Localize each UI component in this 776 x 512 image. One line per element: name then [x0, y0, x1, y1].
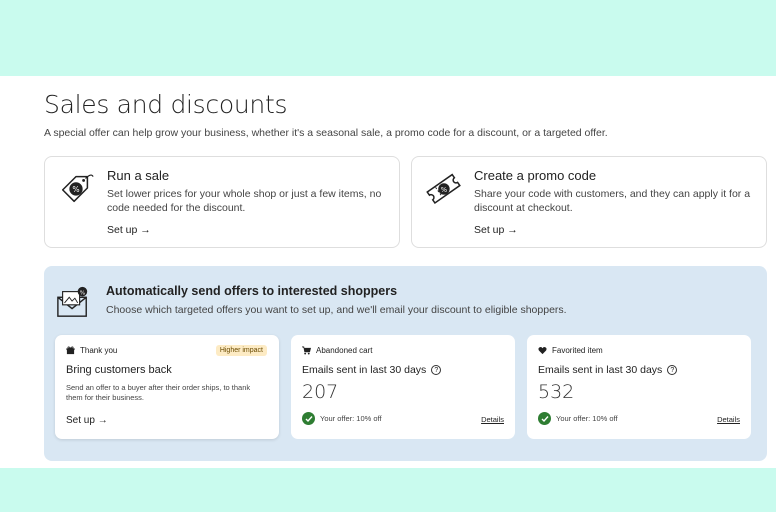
price-tag-icon: % — [61, 174, 94, 203]
favorited-item-details-link[interactable]: Details — [717, 415, 740, 424]
coupon-icon: % — [426, 173, 461, 205]
abandoned-cart-label: Abandoned cart — [316, 346, 373, 355]
offer-text: Your offer: 10% off — [556, 414, 618, 423]
thank-you-offer-card[interactable]: Thank you Higher impact Bring customers … — [55, 335, 279, 439]
page-subtitle: A special offer can help grow your busin… — [44, 127, 608, 139]
emails-sent-label: Emails sent in last 30 days — [538, 364, 663, 376]
help-icon[interactable]: ? — [431, 365, 442, 375]
abandoned-cart-offer: Your offer: 10% off — [302, 412, 382, 425]
run-a-sale-title: Run a sale — [107, 168, 170, 183]
abandoned-cart-emails-label: Emails sent in last 30 days ? — [302, 364, 442, 376]
promo-code-title: Create a promo code — [474, 168, 597, 183]
targeted-offers-desc: Choose which targeted offers you want to… — [106, 304, 567, 316]
emails-sent-label: Emails sent in last 30 days — [302, 364, 427, 376]
check-circle-icon — [538, 412, 551, 425]
abandoned-cart-header: Abandoned cart — [302, 346, 373, 355]
favorited-item-offer-card[interactable]: Favorited item Emails sent in last 30 da… — [527, 335, 751, 439]
run-a-sale-card[interactable]: % Run a sale Set lower prices for your w… — [44, 156, 400, 248]
thank-you-label: Thank you — [80, 346, 118, 355]
svg-text:%: % — [80, 290, 86, 296]
offer-text: Your offer: 10% off — [320, 414, 382, 423]
favorited-item-header: Favorited item — [538, 346, 603, 355]
thank-you-header: Thank you — [66, 346, 117, 355]
targeted-offers-panel: % Automatically send offers to intereste… — [44, 266, 767, 461]
abandoned-cart-count: 207 — [302, 381, 339, 403]
thank-you-desc: Send an offer to a buyer after their ord… — [66, 383, 251, 402]
page-title: Sales and discounts — [44, 90, 288, 119]
favorited-item-emails-label: Emails sent in last 30 days ? — [538, 364, 678, 376]
run-a-sale-setup-link[interactable]: Set up → — [107, 224, 151, 236]
create-promo-code-card[interactable]: % Create a promo code Share your code wi… — [411, 156, 767, 248]
help-icon[interactable]: ? — [667, 365, 678, 375]
abandoned-cart-offer-card[interactable]: Abandoned cart Emails sent in last 30 da… — [291, 335, 515, 439]
sales-discounts-page: Sales and discounts A special offer can … — [0, 76, 776, 468]
svg-text:%: % — [441, 186, 447, 194]
heart-icon — [538, 347, 547, 355]
bring-customers-back-title: Bring customers back — [66, 364, 172, 376]
promo-code-desc: Share your code with customers, and they… — [474, 188, 751, 214]
thank-you-setup-link[interactable]: Set up → — [66, 415, 108, 426]
mail-offer-icon: % — [57, 286, 88, 317]
favorited-item-offer: Your offer: 10% off — [538, 412, 618, 425]
gift-icon — [66, 346, 75, 355]
higher-impact-badge: Higher impact — [215, 345, 267, 356]
check-circle-icon — [302, 412, 315, 425]
svg-text:%: % — [72, 185, 79, 194]
abandoned-cart-details-link[interactable]: Details — [481, 415, 504, 424]
cart-icon — [302, 346, 311, 355]
favorited-item-label: Favorited item — [552, 346, 603, 355]
promo-code-setup-link[interactable]: Set up → — [474, 224, 518, 236]
targeted-offers-title: Automatically send offers to interested … — [106, 284, 398, 298]
favorited-item-count: 532 — [538, 381, 575, 403]
run-a-sale-desc: Set lower prices for your whole shop or … — [107, 188, 382, 214]
